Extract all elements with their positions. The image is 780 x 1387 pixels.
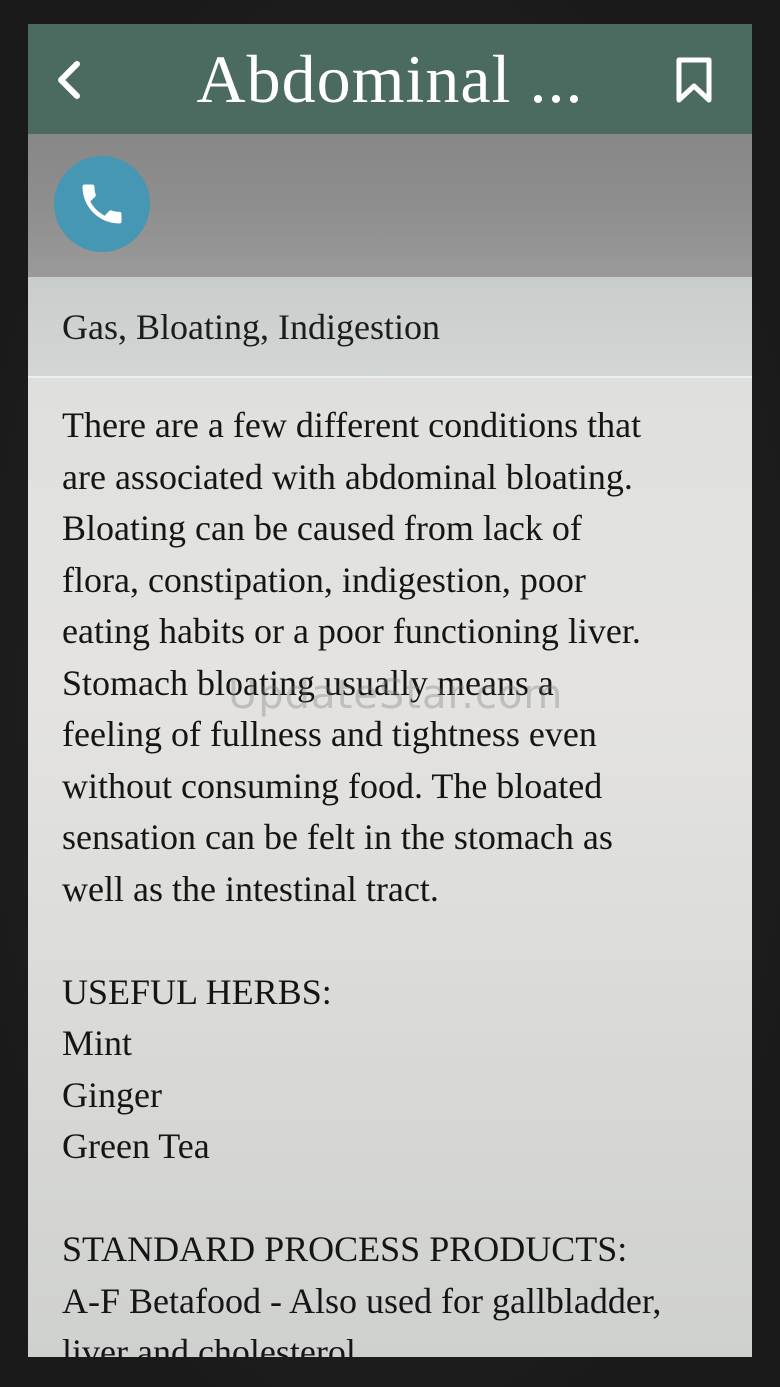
call-button[interactable] xyxy=(54,156,150,252)
body-line: without consuming food. The bloated xyxy=(62,765,603,806)
phone-icon xyxy=(82,184,122,224)
products-heading: STANDARD PROCESS PRODUCTS: xyxy=(62,1229,628,1269)
back-button[interactable] xyxy=(42,50,94,110)
app-screen: Abdominal ... Gas, Bloating, Indigestion… xyxy=(28,24,752,1357)
bookmark-icon xyxy=(676,57,712,103)
product-line: A-F Betafood - Also used for gallbladder… xyxy=(62,1280,662,1321)
section-header: Gas, Bloating, Indigestion xyxy=(28,277,752,378)
action-bar xyxy=(28,134,752,277)
bookmark-button[interactable] xyxy=(670,52,718,108)
herb-item: Ginger xyxy=(62,1074,162,1115)
device-frame: Abdominal ... Gas, Bloating, Indigestion… xyxy=(0,0,780,1387)
herb-item: Green Tea xyxy=(62,1126,210,1166)
body-line: There are a few different conditions tha… xyxy=(62,405,642,445)
page-title: Abdominal ... xyxy=(196,41,584,117)
body-line: feeling of fullness and tightness even xyxy=(62,714,597,754)
body-line: flora, constipation, indigestion, poor xyxy=(62,559,586,600)
product-line: liver and cholesterol xyxy=(62,1332,356,1357)
body-line: Bloating can be caused from lack of xyxy=(62,508,582,548)
top-bar: Abdominal ... xyxy=(28,24,752,134)
body-line: Stomach bloating usually means a xyxy=(62,662,554,703)
article-body: There are a few different conditions tha… xyxy=(62,400,734,1357)
chevron-left-icon xyxy=(58,61,80,99)
body-line: are associated with abdominal bloating. xyxy=(62,456,633,497)
body-line: sensation can be felt in the stomach as xyxy=(62,817,613,857)
body-line: eating habits or a poor functioning live… xyxy=(62,611,641,651)
section-title: Gas, Bloating, Indigestion xyxy=(62,306,440,347)
herbs-heading: USEFUL HERBS: xyxy=(62,971,332,1012)
herb-item: Mint xyxy=(62,1023,133,1063)
body-line: well as the intestinal tract. xyxy=(62,868,439,909)
